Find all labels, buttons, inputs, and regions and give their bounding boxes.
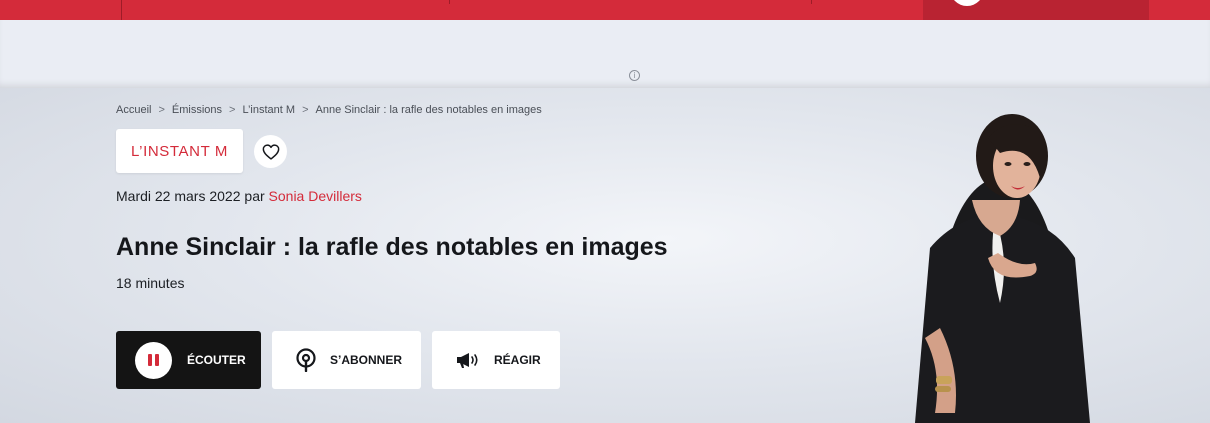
breadcrumb-item-current: Anne Sinclair : la rafle des notables en… [315, 104, 542, 116]
podcast-icon [295, 348, 317, 372]
breadcrumb-item-home[interactable]: Accueil [116, 104, 151, 116]
favorite-button[interactable] [254, 135, 287, 168]
breadcrumb-separator: > [158, 104, 165, 116]
nav-separator [449, 0, 450, 4]
subscribe-button[interactable]: S’ABONNER [272, 331, 421, 389]
listen-button[interactable]: ÉCOUTER [116, 331, 261, 389]
show-tag-button[interactable]: L’INSTANT M [116, 129, 243, 173]
episode-meta: Mardi 22 mars 2022 par Sonia Devillers [116, 188, 362, 204]
react-label: RÉAGIR [494, 353, 541, 367]
listen-label: ÉCOUTER [187, 353, 246, 367]
top-navigation-bar [0, 0, 1210, 20]
episode-by: par [244, 188, 265, 204]
nav-separator [811, 0, 812, 4]
breadcrumb-separator: > [229, 104, 236, 116]
nav-divider [121, 0, 122, 20]
pause-icon [135, 341, 172, 379]
author-link[interactable]: Sonia Devillers [269, 188, 362, 204]
episode-date: Mardi 22 mars 2022 [116, 188, 241, 204]
ad-banner: i [0, 20, 1210, 88]
episode-title: Anne Sinclair : la rafle des notables en… [116, 233, 668, 261]
react-button[interactable]: RÉAGIR [432, 331, 560, 389]
megaphone-icon [455, 351, 481, 369]
breadcrumb: Accueil > Émissions > L’instant M > Anne Sincl… [116, 104, 542, 116]
heart-icon [262, 143, 279, 160]
episode-duration: 18 minutes [116, 275, 185, 291]
breadcrumb-item-program[interactable]: L’instant M [242, 104, 295, 116]
host-portrait [915, 114, 1090, 423]
info-icon[interactable]: i [629, 70, 640, 81]
subscribe-label: S’ABONNER [330, 353, 403, 367]
breadcrumb-separator: > [302, 104, 309, 116]
breadcrumb-item-shows[interactable]: Émissions [172, 104, 222, 116]
